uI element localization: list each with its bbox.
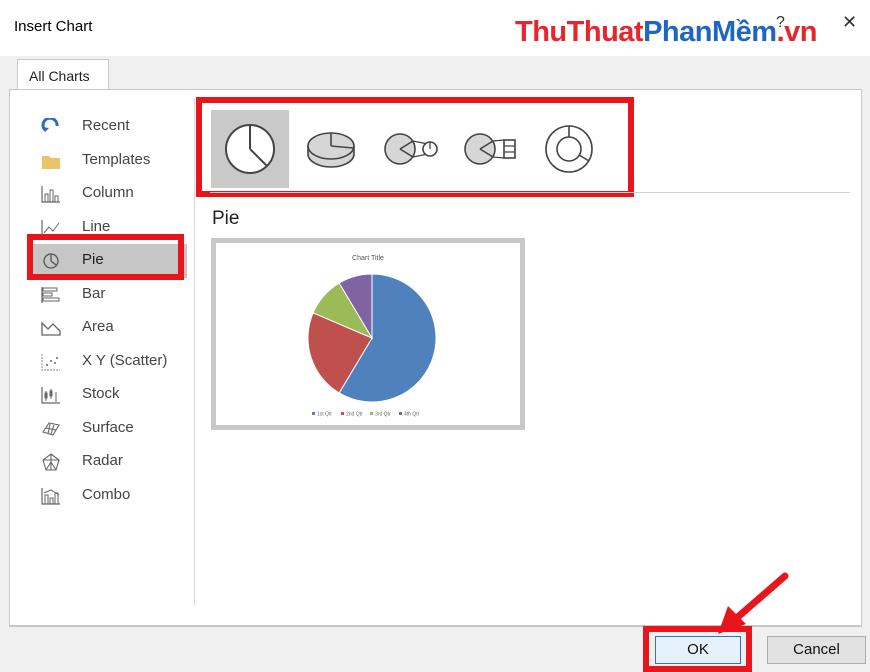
dialog-title: Insert Chart: [14, 18, 93, 35]
surface-chart-icon: [42, 421, 60, 436]
watermark-part1: ThuThuat: [515, 16, 644, 48]
sidebar-item-scatter[interactable]: X Y (Scatter): [27, 345, 187, 379]
close-button[interactable]: ✕: [842, 12, 857, 33]
legend-marker-3: [370, 412, 373, 415]
sidebar-item-label: X Y (Scatter): [82, 351, 168, 369]
sidebar-item-label: Radar: [82, 452, 123, 469]
area-chart-icon: [41, 321, 61, 336]
sidebar-item-surface[interactable]: Surface: [27, 412, 187, 446]
sidebar-item-column[interactable]: Column: [27, 177, 187, 211]
scatter-chart-icon: [41, 353, 60, 370]
legend-label-2: 2nd Qtr: [346, 412, 363, 418]
combo-chart-icon: [41, 487, 60, 505]
help-button[interactable]: ?: [776, 14, 785, 32]
sidebar-item-templates[interactable]: Templates: [27, 144, 187, 178]
stock-chart-icon: [41, 387, 60, 404]
legend-marker-1: [312, 412, 315, 415]
chart-title: Chart Title: [352, 255, 384, 262]
sidebar-item-stock[interactable]: Stock: [27, 378, 187, 412]
highlight-box-subtypes: [196, 97, 634, 197]
watermark-logo: ThuThuatPhanMềm.vn: [515, 18, 817, 47]
pointer-arrow: [718, 572, 789, 634]
sidebar-item-combo[interactable]: Combo: [27, 479, 187, 513]
sidebar-item-label: Area: [82, 318, 114, 335]
sidebar-divider: [194, 98, 195, 606]
chart-preview[interactable]: Chart Title 1st Qtr 2nd Qtr 3rd Qtr 4th Qtr: [211, 238, 525, 430]
sidebar-item-label: Column: [82, 184, 134, 201]
sidebar-item-label: Line: [82, 217, 111, 235]
sidebar-item-label: Surface: [82, 418, 134, 436]
radar-chart-icon: [42, 453, 60, 471]
sidebar-item-label: Bar: [82, 284, 106, 302]
sidebar-item-label: Combo: [82, 485, 131, 503]
recent-icon: [41, 118, 59, 132]
legend-label-3: 3rd Qtr: [375, 412, 391, 418]
sidebar-item-label: Templates: [82, 150, 151, 168]
highlight-box-pie-item: [27, 234, 184, 280]
title-bar: Insert Chart ThuThuatPhanMềm.vn ? ✕: [0, 0, 870, 56]
sidebar-item-label: Stock: [82, 385, 120, 402]
pie-chart: Chart Title 1st Qtr 2nd Qtr 3rd Qtr 4th Qtr: [307, 255, 437, 418]
cancel-button[interactable]: Cancel: [767, 636, 866, 664]
column-chart-icon: [41, 186, 60, 203]
chart-type-sidebar: Recent Templates Column Line Pie Bar Are…: [27, 110, 187, 512]
legend-marker-4: [399, 412, 402, 415]
folder-icon: [42, 155, 60, 169]
sidebar-item-recent[interactable]: Recent: [27, 110, 187, 144]
subtype-divider: [210, 192, 850, 193]
sidebar-item-label: Recent: [82, 117, 130, 134]
sidebar-item-radar[interactable]: Radar: [27, 445, 187, 479]
watermark-part2: PhanMềm: [643, 16, 777, 48]
sidebar-item-bar[interactable]: Bar: [27, 278, 187, 312]
legend-marker-2: [341, 412, 344, 415]
tab-all-charts[interactable]: All Charts: [17, 59, 109, 90]
selected-chart-name: Pie: [212, 208, 240, 229]
bar-chart-icon: [41, 286, 60, 303]
legend-label-4: 4th Qtr: [404, 412, 420, 418]
legend-label-1: 1st Qtr: [317, 412, 332, 418]
sidebar-item-area[interactable]: Area: [27, 311, 187, 345]
